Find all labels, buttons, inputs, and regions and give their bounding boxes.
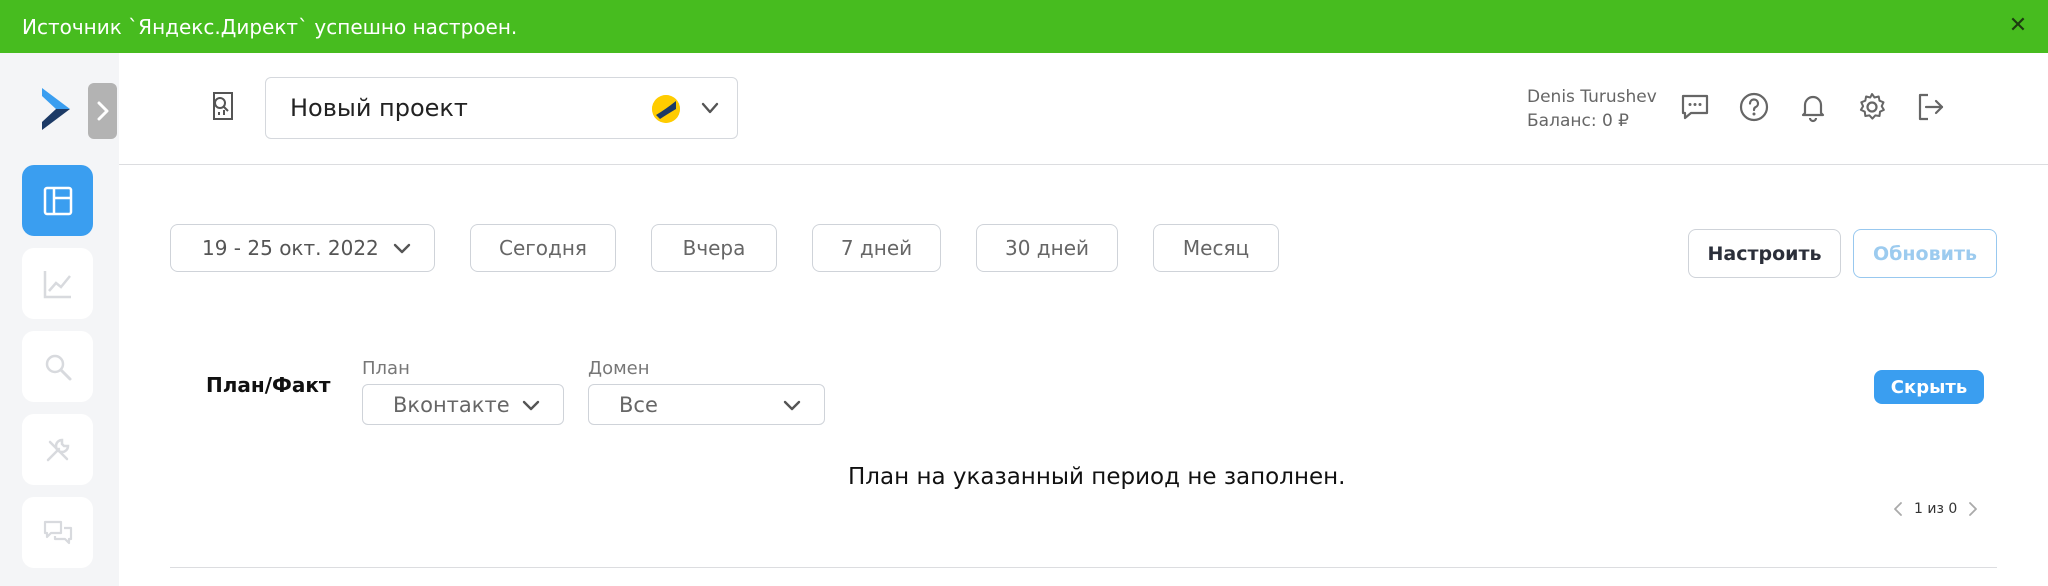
chevron-right-icon — [1969, 502, 1978, 516]
domain-label: Домен — [588, 358, 650, 379]
chevron-down-icon — [783, 400, 801, 411]
project-name: Новый проект — [290, 94, 468, 122]
sidebar-item-tools[interactable] — [22, 414, 93, 485]
domain-select-value: Все — [619, 392, 658, 417]
success-notification: Источник `Яндекс.Директ` успешно настрое… — [0, 0, 2048, 53]
period-30-days-button[interactable]: 30 дней — [976, 224, 1118, 272]
user-info[interactable]: Denis Turushev Баланс: 0 ₽ — [1527, 85, 1657, 133]
divider — [170, 567, 1997, 568]
sidebar-item-search[interactable] — [22, 331, 93, 402]
hide-widget-button[interactable]: Скрыть — [1874, 370, 1984, 404]
notification-text: Источник `Яндекс.Директ` успешно настрое… — [22, 14, 518, 39]
close-icon[interactable]: ✕ — [2004, 12, 2032, 40]
widget-title: План/Факт — [206, 373, 331, 397]
chevron-right-icon — [97, 101, 108, 121]
next-page-button[interactable] — [1965, 499, 1981, 519]
dashboard-icon — [43, 186, 72, 215]
plan-select[interactable]: Вконтакте — [362, 384, 564, 425]
refresh-button[interactable]: Обновить — [1853, 229, 1997, 278]
period-today-button[interactable]: Сегодня — [470, 224, 616, 272]
period-7-days-button[interactable]: 7 дней — [812, 224, 941, 272]
prev-page-button[interactable] — [1890, 499, 1906, 519]
project-report-icon[interactable] — [208, 89, 242, 123]
date-range-select[interactable]: 19 - 25 окт. 2022 — [170, 224, 435, 272]
chevron-left-icon — [1894, 502, 1902, 516]
user-name: Denis Turushev — [1527, 87, 1657, 107]
help-icon[interactable] — [1738, 91, 1770, 123]
chevron-down-icon — [393, 243, 411, 254]
domain-select[interactable]: Все — [588, 384, 825, 425]
sidebar-item-analytics[interactable] — [22, 248, 93, 319]
empty-plan-message: План на указанный период не заполнен. — [848, 464, 1346, 490]
yandex-direct-icon — [652, 95, 680, 123]
top-header: Новый проект Denis Turushev Баланс: 0 ₽ — [119, 53, 2048, 165]
logout-icon[interactable] — [1915, 91, 1947, 123]
user-balance: Баланс: 0 ₽ — [1527, 111, 1629, 131]
chevron-down-icon — [522, 400, 540, 411]
page-indicator: 1 из 0 — [1914, 501, 1958, 517]
tools-icon — [46, 438, 69, 461]
chart-icon — [43, 270, 71, 298]
pagination: 1 из 0 — [1890, 499, 1981, 519]
search-icon — [45, 354, 71, 380]
plan-label: План — [362, 358, 410, 379]
period-yesterday-button[interactable]: Вчера — [651, 224, 777, 272]
sidebar-expand-button[interactable] — [88, 83, 117, 139]
chat-icon — [43, 520, 72, 544]
sidebar — [0, 53, 119, 586]
configure-button[interactable]: Настроить — [1688, 229, 1841, 278]
project-select[interactable]: Новый проект — [265, 77, 738, 139]
gear-icon[interactable] — [1856, 91, 1888, 123]
sidebar-item-chat[interactable] — [22, 497, 93, 568]
period-month-button[interactable]: Месяц — [1153, 224, 1279, 272]
sidebar-item-dashboard[interactable] — [22, 165, 93, 236]
date-range-value: 19 - 25 окт. 2022 — [202, 236, 379, 260]
plan-select-value: Вконтакте — [393, 392, 510, 417]
chevron-down-icon — [701, 102, 719, 114]
bell-icon[interactable] — [1797, 91, 1829, 123]
messages-icon[interactable] — [1679, 91, 1711, 123]
logo-icon — [42, 88, 70, 130]
